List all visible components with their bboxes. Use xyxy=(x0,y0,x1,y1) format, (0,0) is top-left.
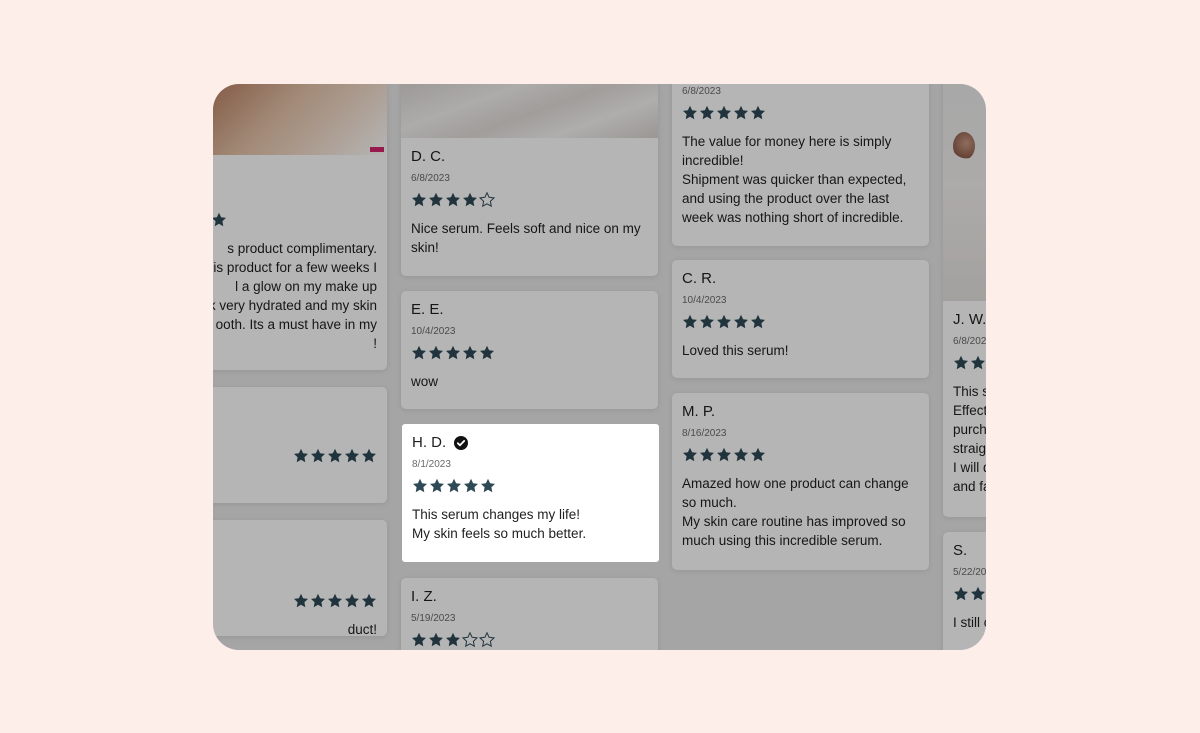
reviews-viewport: s product complimentary. his product for… xyxy=(213,84,986,650)
star-filled-icon xyxy=(429,478,445,494)
reviewer-name: H. D. xyxy=(412,434,447,451)
star-filled-icon xyxy=(463,478,479,494)
star-filled-icon xyxy=(480,478,496,494)
check-circle-icon xyxy=(454,436,469,450)
dim-overlay xyxy=(213,84,986,650)
review-text: This serum changes my life! My skin feel… xyxy=(412,507,587,541)
review-date: 8/1/2023 xyxy=(412,459,451,470)
star-filled-icon xyxy=(412,478,428,494)
rating-stars xyxy=(412,478,649,495)
highlighted-review-card[interactable]: H. D. 8/1/2023 This serum changes my lif… xyxy=(402,424,659,562)
star-filled-icon xyxy=(446,478,462,494)
